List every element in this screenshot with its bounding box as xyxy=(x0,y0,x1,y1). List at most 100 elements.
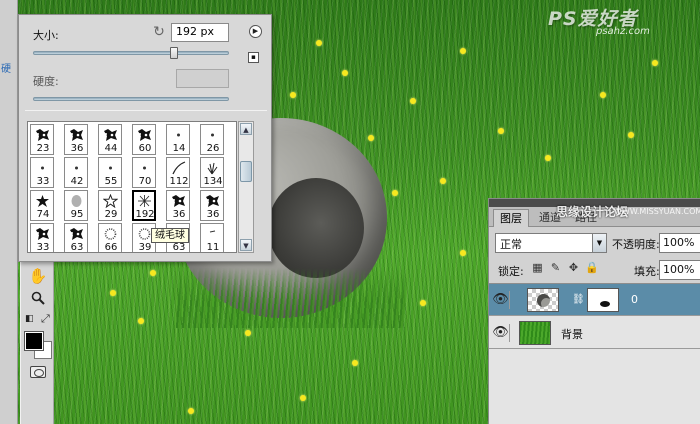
layer-row[interactable]: 👁 背景 xyxy=(489,317,700,349)
fill-input[interactable]: 100% xyxy=(659,260,700,280)
size-slider-thumb[interactable] xyxy=(170,47,179,59)
size-slider[interactable] xyxy=(33,51,229,55)
visibility-eye-icon[interactable]: 👁 xyxy=(492,324,510,342)
left-panel-label: 硬 xyxy=(1,64,11,75)
brush-size-label: 192 xyxy=(135,209,155,220)
scroll-thumb[interactable] xyxy=(240,161,252,182)
brush-preset-cell[interactable]: 14 xyxy=(166,124,190,155)
quick-mask-icon[interactable] xyxy=(30,366,46,378)
dandelion-flower xyxy=(410,98,416,104)
layer-row[interactable]: 👁 ⛓ 0 xyxy=(489,284,700,316)
dandelion-flower xyxy=(342,70,348,76)
brush-preset-cell[interactable]: 60 xyxy=(132,124,156,155)
brush-preset-cell[interactable]: 55 xyxy=(98,157,122,188)
brush-soft-leaf-icon xyxy=(69,194,84,208)
brush-preset-cell[interactable]: 29 xyxy=(98,190,122,221)
dandelion-flower xyxy=(440,178,446,184)
layer-mask-thumbnail[interactable] xyxy=(587,288,619,312)
brush-preset-cell[interactable]: 11 xyxy=(200,223,224,253)
brush-size-label: 44 xyxy=(104,143,118,154)
hardness-slider[interactable] xyxy=(33,97,229,101)
dandelion-flower xyxy=(628,132,634,138)
brush-size-label: 14 xyxy=(172,143,186,154)
new-preset-icon[interactable]: ▪ xyxy=(248,52,259,63)
brush-preset-cell[interactable]: 192 xyxy=(132,190,156,221)
brush-preset-cell[interactable]: 23 xyxy=(30,124,54,155)
brush-preset-cell[interactable]: 74 xyxy=(30,190,54,221)
hardness-label: 硬度: xyxy=(33,75,59,88)
lock-paint-icon[interactable]: ✎ xyxy=(549,261,562,274)
brush-splatter-icon xyxy=(69,227,84,241)
brush-dot-icon xyxy=(137,161,152,175)
dandelion-flower xyxy=(290,92,296,98)
brush-size-label: 63 xyxy=(172,242,186,253)
dandelion-flower xyxy=(300,395,306,401)
lock-label: 锁定: xyxy=(498,265,524,278)
brush-preset-cell[interactable]: 95 xyxy=(64,190,88,221)
reset-size-icon[interactable]: ↻ xyxy=(151,24,167,40)
opacity-input[interactable]: 100% xyxy=(659,233,700,253)
brush-size-label: 60 xyxy=(138,143,152,154)
brush-splatter-icon xyxy=(205,194,220,208)
brush-preset-cell[interactable]: 70 xyxy=(132,157,156,188)
brush-preset-cell[interactable]: 36 xyxy=(200,190,224,221)
brush-dot-icon xyxy=(35,161,50,175)
brush-size-label: 134 xyxy=(203,176,223,187)
brush-preset-cell[interactable]: 63 xyxy=(64,223,88,252)
swap-colors-icon[interactable]: ⤢ xyxy=(41,312,50,326)
zoom-tool-icon[interactable] xyxy=(28,288,48,308)
brush-preset-cell[interactable]: 26 xyxy=(200,124,224,155)
size-label: 大小: xyxy=(33,29,59,42)
brush-size-label: 74 xyxy=(36,209,50,220)
brush-grid-scrollbar[interactable]: ▲ ▼ xyxy=(238,121,254,253)
default-colors-icon[interactable]: ◧ xyxy=(25,314,34,324)
dandelion-flower xyxy=(498,128,504,134)
brush-preset-cell[interactable]: 33 xyxy=(30,223,54,252)
brush-size-label: 29 xyxy=(104,209,118,220)
scroll-up-icon[interactable]: ▲ xyxy=(240,123,252,135)
brush-splatter-icon xyxy=(171,194,186,208)
brush-preset-cell[interactable]: 42 xyxy=(64,157,88,188)
dandelion-flower xyxy=(460,48,466,54)
brush-preset-cell[interactable]: 44 xyxy=(98,124,122,155)
dandelion-flower xyxy=(460,250,466,256)
link-chain-icon[interactable]: ⛓ xyxy=(572,294,585,305)
brush-preset-cell[interactable]: 66 xyxy=(98,223,122,252)
brush-preset-cell[interactable]: 134 xyxy=(200,157,224,188)
dandelion-flower xyxy=(545,155,551,161)
brush-dot-icon xyxy=(171,128,186,142)
brush-dot-icon xyxy=(205,128,220,142)
lock-transparency-icon[interactable]: ▦ xyxy=(531,261,544,274)
blend-mode-value: 正常 xyxy=(500,238,522,251)
brush-star-icon xyxy=(102,193,119,209)
brush-size-label: 42 xyxy=(70,176,84,187)
tools-panel: ✋ ◧ ⤢ xyxy=(20,262,54,424)
hand-tool-icon[interactable]: ✋ xyxy=(28,266,48,286)
tab-layers[interactable]: 图层 xyxy=(493,209,529,227)
brush-preset-cell[interactable]: 33 xyxy=(30,157,54,188)
dandelion-flower xyxy=(138,318,144,324)
brush-preset-cell[interactable]: 112 xyxy=(166,157,190,188)
foreground-color-swatch[interactable] xyxy=(24,331,44,351)
chevron-down-icon[interactable]: ▼ xyxy=(592,234,606,252)
layer-thumbnail xyxy=(519,321,551,345)
dandelion-flower xyxy=(600,92,606,98)
hardness-input[interactable] xyxy=(176,69,229,88)
brush-size-label: 70 xyxy=(138,176,152,187)
brush-preset-cell[interactable]: 36 xyxy=(166,190,190,221)
dandelion-flower xyxy=(316,40,322,46)
dandelion-flower xyxy=(150,270,156,276)
brush-preset-cell[interactable]: 36 xyxy=(64,124,88,155)
lock-position-icon[interactable]: ✥ xyxy=(567,261,580,274)
panel-menu-icon[interactable]: ▶ xyxy=(249,25,262,38)
blend-mode-select[interactable]: 正常 ▼ xyxy=(495,233,607,253)
left-panel-edge: 硬 xyxy=(0,0,18,424)
brush-tooltip: 绒毛球 xyxy=(151,228,189,243)
size-input[interactable]: 192 px xyxy=(171,23,229,42)
lock-all-icon[interactable]: 🔒 xyxy=(585,261,599,274)
visibility-eye-icon[interactable]: 👁 xyxy=(492,291,510,309)
scroll-down-icon[interactable]: ▼ xyxy=(240,239,252,251)
brush-size-label: 11 xyxy=(206,242,220,253)
layer-name: 0 xyxy=(631,293,638,306)
brush-fuzzy-icon xyxy=(103,227,118,241)
